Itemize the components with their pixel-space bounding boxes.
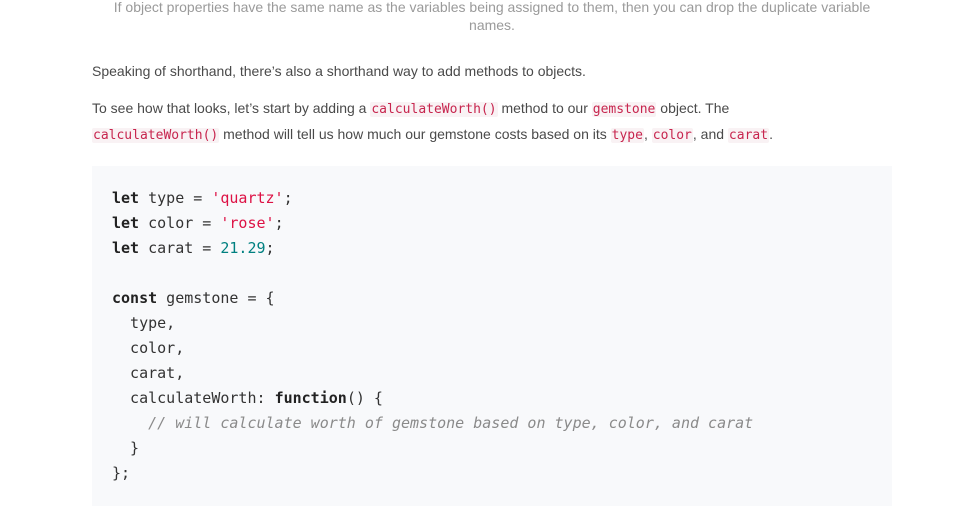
inline-code-calculateworth: calculateWorth()	[92, 128, 220, 143]
image-caption: If object properties have the same name …	[113, 0, 871, 33]
paragraph-text: , and	[692, 126, 728, 142]
code-text: type,	[112, 314, 176, 332]
paragraph-shorthand-intro: Speaking of shorthand, there’s also a sh…	[92, 63, 586, 79]
paragraph-text: .	[769, 126, 773, 142]
paragraph-text: method will tell us how much our gemston…	[219, 126, 611, 142]
image-caption-container: If object properties have the same name …	[92, 0, 892, 34]
code-listing: let type = 'quartz'; let color = 'rose';…	[112, 186, 872, 486]
inline-code-carat: carat	[727, 128, 770, 143]
code-comment: // will calculate worth of gemstone base…	[148, 414, 754, 432]
code-block[interactable]: let type = 'quartz'; let color = 'rose';…	[92, 166, 892, 506]
paragraph-calculate-worth: To see how that looks, let’s start by ad…	[92, 96, 892, 148]
paragraph-text: method to our	[497, 100, 592, 116]
code-keyword: const	[112, 289, 158, 307]
code-string: 'rose'	[220, 214, 275, 232]
code-keyword: function	[274, 389, 347, 407]
code-keyword: let	[112, 239, 140, 257]
code-text: type =	[139, 189, 212, 207]
inline-code-type: type	[610, 128, 644, 143]
code-text: };	[112, 464, 131, 482]
code-text: ;	[274, 214, 284, 232]
code-text: color =	[139, 214, 221, 232]
code-text: carat =	[139, 239, 221, 257]
inline-code-color: color	[651, 128, 693, 143]
code-number: 21.29	[220, 239, 266, 257]
code-text: color,	[112, 339, 185, 357]
code-string: 'quartz'	[211, 189, 284, 207]
paragraph-text: To see how that looks, let’s start by ad…	[92, 100, 371, 116]
code-text: carat,	[112, 364, 185, 382]
code-text: () {	[346, 389, 383, 407]
inline-code-calculateworth: calculateWorth()	[370, 102, 498, 117]
code-text: calculateWorth:	[112, 389, 275, 407]
paragraph-text: object. The	[656, 100, 730, 116]
code-text: }	[112, 439, 140, 457]
code-text: ;	[283, 189, 293, 207]
paragraph-text: ,	[643, 126, 652, 142]
code-keyword: let	[112, 214, 140, 232]
code-text: gemstone = {	[157, 289, 275, 307]
code-keyword: let	[112, 189, 140, 207]
code-text: ;	[265, 239, 275, 257]
inline-code-gemstone: gemstone	[591, 102, 657, 117]
